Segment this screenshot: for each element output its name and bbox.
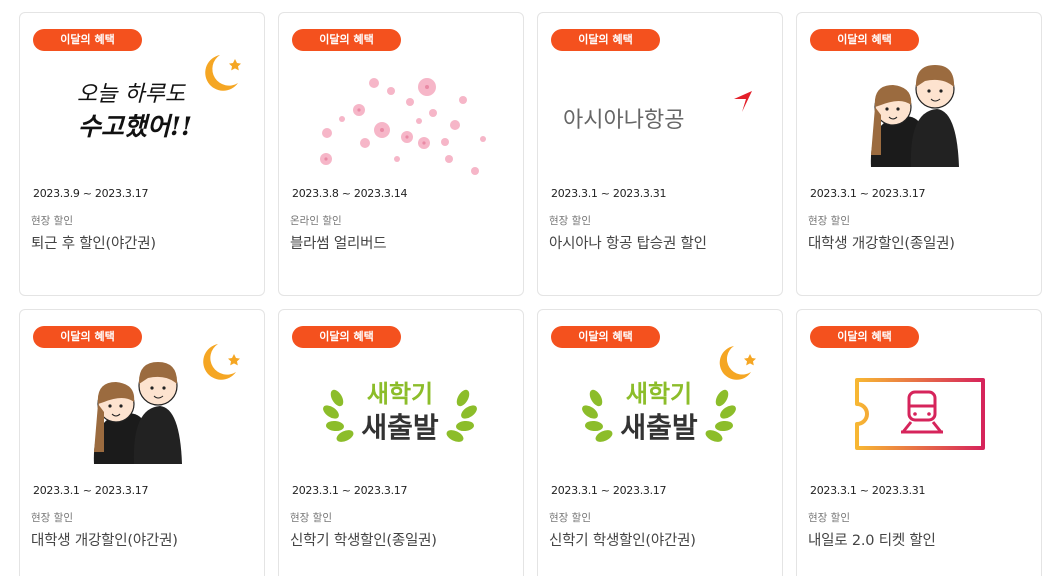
benefit-category: 현장 할인 [290,512,332,524]
benefit-category: 현장 할인 [31,215,73,227]
benefit-card[interactable]: 오늘 하루도 수고했어!! 이달의 혜택 2023.3.9 ~ 2023.3.1… [19,12,265,296]
benefit-date: 2023.3.1 ~ 2023.3.17 [551,484,667,497]
benefit-title: 신학기 학생할인(종일권) [290,533,437,549]
benefit-date: 2023.3.9 ~ 2023.3.17 [33,187,149,200]
benefit-category: 현장 할인 [808,215,850,227]
asiana-logo: 아시아나항공 [563,91,752,132]
benefit-card[interactable]: 새학기 새출발 이달의 혜택 2023.3.1 ~ 2023.3.17 현장 할… [537,309,783,576]
benefit-title: 블라썸 얼리버드 [290,236,387,252]
month-benefit-badge: 이달의 혜택 [33,29,142,51]
asiana-logo-text: 아시아나항공 [563,107,684,132]
benefit-date: 2023.3.1 ~ 2023.3.17 [33,484,149,497]
benefit-title: 퇴근 후 할인(야간권) [31,236,156,252]
benefit-title: 대학생 개강할인(종일권) [808,236,955,252]
month-benefit-badge: 이달의 혜택 [810,326,919,348]
image-text-line-2: 새출발 [361,411,439,444]
benefit-date: 2023.3.1 ~ 2023.3.17 [292,484,408,497]
month-benefit-badge: 이달의 혜택 [810,29,919,51]
benefit-category: 현장 할인 [31,512,73,524]
benefit-title: 신학기 학생할인(야간권) [549,533,696,549]
benefit-category: 현장 할인 [549,215,591,227]
image-text-line-1: 새학기 [626,380,692,408]
benefit-title: 내일로 2.0 티켓 할인 [808,533,936,549]
benefit-card[interactable]: 이달의 혜택 2023.3.1 ~ 2023.3.31 현장 할인 내일로 2.… [796,309,1042,576]
benefit-date: 2023.3.1 ~ 2023.3.31 [810,484,926,497]
image-text-line-2: 수고했어!! [78,112,192,141]
students-illustration [93,362,182,464]
moon-icon [205,55,241,91]
month-benefit-badge: 이달의 혜택 [33,326,142,348]
benefit-date: 2023.3.8 ~ 2023.3.14 [292,187,408,200]
month-benefit-badge: 이달의 혜택 [292,326,401,348]
benefit-date: 2023.3.1 ~ 2023.3.31 [551,187,667,200]
month-benefit-badge: 이달의 혜택 [551,29,660,51]
month-benefit-badge: 이달의 혜택 [551,326,660,348]
benefit-title: 대학생 개강할인(야간권) [31,533,178,549]
benefit-grid: 오늘 하루도 수고했어!! 이달의 혜택 2023.3.9 ~ 2023.3.1… [0,0,1045,576]
moon-icon [203,344,240,380]
image-text-line-2: 새출발 [620,411,698,444]
image-text-line-1: 오늘 하루도 [77,82,187,107]
benefit-card[interactable]: 이달의 혜택 2023.3.8 ~ 2023.3.14 온라인 할인 블라썸 얼… [278,12,524,296]
benefit-card[interactable]: 아시아나항공 이달의 혜택 2023.3.1 ~ 2023.3.31 현장 할인… [537,12,783,296]
moon-icon [719,346,756,380]
benefit-card[interactable]: 이달의 혜택 2023.3.1 ~ 2023.3.17 현장 할인 대학생 개강… [796,12,1042,296]
benefit-category: 현장 할인 [549,512,591,524]
train-ticket-icon [855,378,985,450]
cherry-blossom-icon [320,78,486,175]
benefit-date: 2023.3.1 ~ 2023.3.17 [810,187,926,200]
students-illustration [870,65,959,167]
image-text-line-1: 새학기 [367,380,433,408]
month-benefit-badge: 이달의 혜택 [292,29,401,51]
benefit-title: 아시아나 항공 탑승권 할인 [549,236,707,252]
benefit-card[interactable]: 이달의 혜택 2023.3.1 ~ 2023.3.17 현장 할인 대학생 개강… [19,309,265,576]
benefit-category: 온라인 할인 [290,215,342,227]
benefit-category: 현장 할인 [808,512,850,524]
benefit-card[interactable]: 새학기 새출발 이달의 혜택 2023.3.1 ~ 2023.3.17 현장 할… [278,309,524,576]
